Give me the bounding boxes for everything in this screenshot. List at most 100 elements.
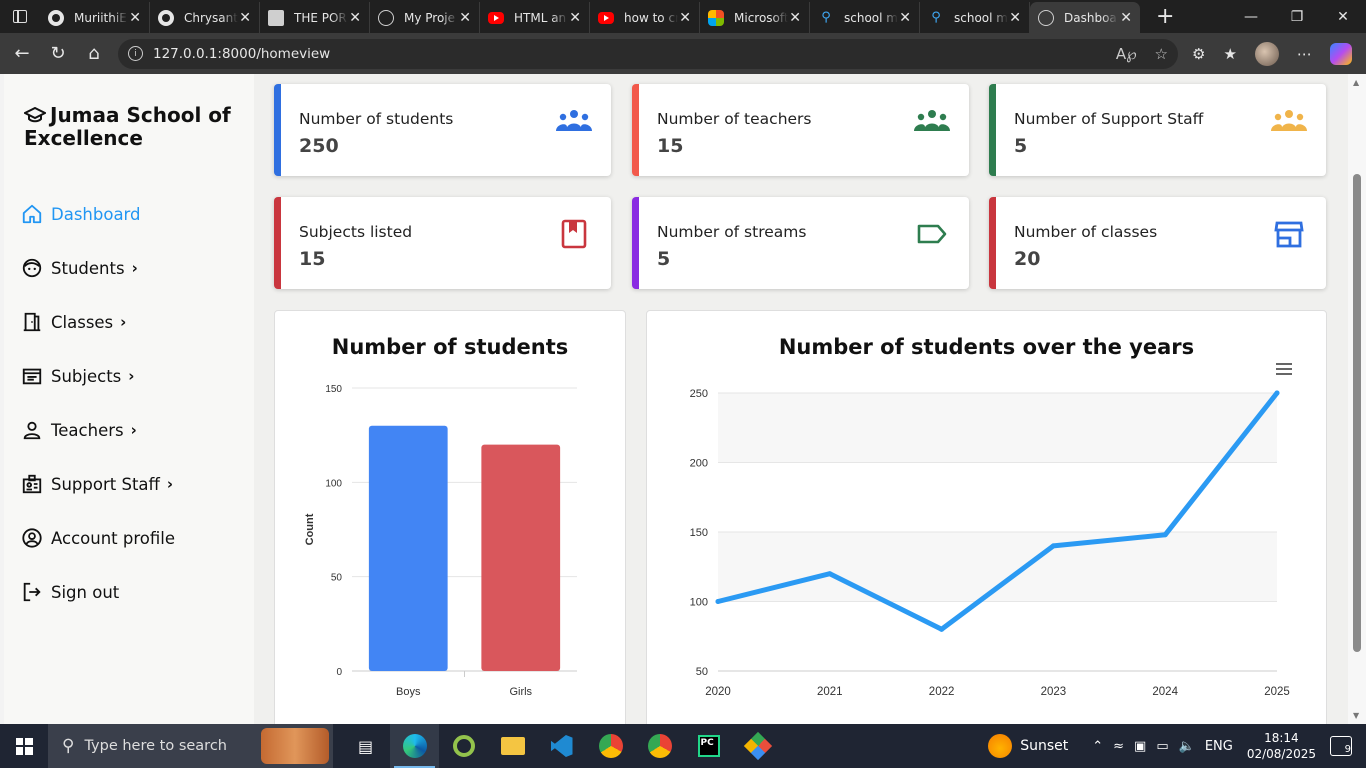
door-icon [20,310,44,334]
document-icon [268,9,284,26]
close-tab-icon[interactable]: ✕ [569,10,581,26]
close-tab-icon[interactable]: ✕ [1120,10,1132,26]
y-tick-label: 0 [336,667,342,678]
chrome-icon[interactable] [586,724,635,768]
sidebar-item-teachers[interactable]: Teachers › [20,416,137,444]
home-button[interactable]: ⌂ [76,36,112,72]
sidebar-item-account-profile[interactable]: Account profile [20,524,175,552]
extensions-icon[interactable]: ⚙ [1192,45,1205,63]
favorites-icon[interactable]: ★ [1223,45,1236,63]
y-tick-label: 100 [325,478,342,489]
page-viewport: Jumaa School of Excellence Dashboard Stud… [4,74,1348,724]
data-point [715,599,721,604]
more-menu-icon[interactable]: ⋯ [1297,45,1312,63]
sidebar-item-support-staff[interactable]: Support Staff › [20,470,173,498]
browser-tab[interactable]: Microsoft ✕ [700,2,810,33]
new-tab-button[interactable]: + [1156,4,1174,29]
favorite-star-icon[interactable]: ☆ [1155,45,1168,63]
read-aloud-icon[interactable]: A℘ [1116,45,1137,63]
grid-band [718,532,1277,602]
store-icon [1270,219,1308,249]
windows-icon [15,737,33,755]
stat-card: Number of streams 5 [632,197,969,289]
scroll-thumb[interactable] [1353,174,1361,652]
browser-tab[interactable]: My Proje ✕ [370,2,480,33]
stat-card-label: Number of Support Staff [1014,110,1204,128]
close-tab-icon[interactable]: ✕ [899,10,911,26]
scroll-up-arrow[interactable]: ▲ [1353,78,1359,87]
show-hidden-icons-icon[interactable]: ⌃ [1092,739,1103,754]
y-tick-label: 50 [696,666,708,678]
sidebar-item-classes[interactable]: Classes › [20,308,126,336]
close-tab-icon[interactable]: ✕ [789,10,801,26]
close-tab-icon[interactable]: ✕ [129,10,141,26]
brand[interactable]: Jumaa School of Excellence [24,104,244,150]
browser-tab[interactable]: Dashboar ✕ [1030,2,1140,33]
start-button[interactable] [0,724,48,768]
page-scrollbar[interactable]: ▲ ▼ [1348,74,1366,724]
tab-title: how to cr [624,10,678,25]
volume-icon[interactable]: 🔈 [1179,739,1195,754]
close-tab-icon[interactable]: ✕ [459,10,471,26]
sidebar-item-students[interactable]: Students › [20,254,138,282]
line-chart: 50 100 150 200 250 2020 2021 2022 2023 2024 2025 [690,388,1290,698]
close-tab-icon[interactable]: ✕ [679,10,691,26]
battery-icon[interactable]: ▭ [1156,739,1168,754]
vscode-icon[interactable] [537,724,586,768]
browser-tab[interactable]: THE POR ✕ [260,2,370,33]
tab-title: school m [954,10,1008,25]
wifi-icon[interactable]: ≈ [1113,739,1124,754]
sidebar-item-label: Students [51,258,125,278]
close-window-button[interactable]: ✕ [1320,0,1366,33]
taskbar: ⚲ Type here to search ▤ PC Sunset ⌃ ≈ ▣ … [0,724,1366,768]
restore-button[interactable]: ❐ [1274,0,1320,33]
site-info-icon[interactable]: i [128,46,143,61]
sidebar-item-dashboard[interactable]: Dashboard [20,200,141,228]
stat-card: Number of teachers 15 [632,84,969,176]
language-indicator[interactable]: ENG [1205,739,1233,754]
close-tab-icon[interactable]: ✕ [349,10,361,26]
tab-actions-button[interactable] [0,0,40,33]
sidebar-item-sign-out[interactable]: Sign out [20,578,119,606]
network-icon[interactable]: ▣ [1134,739,1146,754]
close-tab-icon[interactable]: ✕ [1009,10,1021,26]
chrome-profile-icon[interactable] [635,724,684,768]
sidebar-item-subjects[interactable]: Subjects › [20,362,134,390]
bing-search-icon: ⚲ [821,10,831,25]
browser-tab[interactable]: ⚲ school m ✕ [810,2,920,33]
back-button[interactable]: ← [4,36,40,72]
git-tool-icon[interactable] [733,724,782,768]
bar-chart: 0 50 100 150 Boys Girls Count [304,384,577,698]
task-view-icon[interactable]: ▤ [341,724,390,768]
y-tick-label: 50 [331,573,343,584]
bar-girls [481,444,561,671]
browser-tab[interactable]: how to cr ✕ [590,2,700,33]
qgis-icon[interactable] [439,724,488,768]
notification-center-icon[interactable]: 9 [1330,736,1352,756]
weather-widget[interactable]: Sunset [988,734,1068,758]
stat-card: Number of students 250 [274,84,611,176]
browser-tab[interactable]: Chrysanth✕ [150,2,260,33]
stat-card-value: 20 [1014,248,1041,270]
browser-tab[interactable]: ⚲ school m ✕ [920,2,1030,33]
clock[interactable]: 18:14 02/08/2025 [1247,730,1316,762]
close-tab-icon[interactable]: ✕ [239,10,251,26]
profile-avatar[interactable] [1254,41,1279,66]
taskbar-search[interactable]: ⚲ Type here to search [48,724,333,768]
browser-tab[interactable]: HTML an ✕ [480,2,590,33]
address-bar[interactable]: i 127.0.0.1:8000/homeview A℘ ☆ [118,38,1178,69]
minimize-button[interactable]: — [1228,0,1274,33]
sign-out-icon [20,580,44,604]
scroll-down-arrow[interactable]: ▼ [1353,711,1359,720]
browser-tab[interactable]: MuriithiE ✕ [40,2,150,33]
pycharm-icon[interactable]: PC [684,724,733,768]
copilot-icon[interactable] [1329,42,1352,65]
edge-browser-icon[interactable] [390,724,439,768]
stat-card-label: Number of classes [1014,223,1158,241]
clock-time: 18:14 [1264,731,1299,745]
file-explorer-icon[interactable] [488,724,537,768]
stat-card-value: 15 [657,135,684,157]
url-text[interactable]: 127.0.0.1:8000/homeview [153,46,330,62]
refresh-button[interactable]: ↻ [40,36,76,72]
account-circle-icon [20,526,44,550]
